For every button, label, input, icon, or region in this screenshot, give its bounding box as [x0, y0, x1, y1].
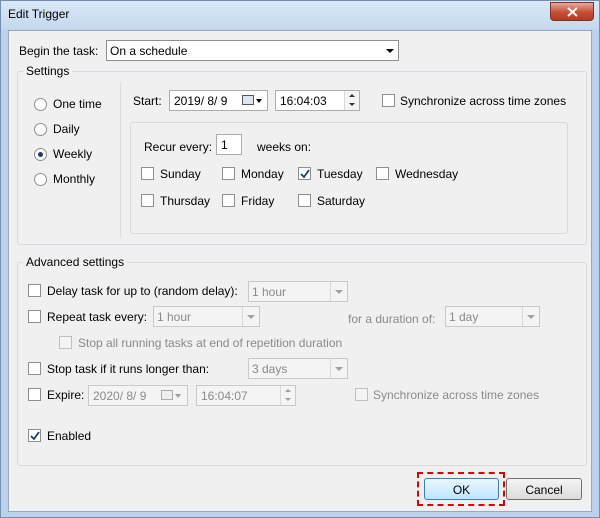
start-date-value: 2019/ 8/ 9: [174, 94, 228, 108]
title-bar[interactable]: Edit Trigger: [1, 1, 599, 29]
day-thursday-label: Thursday: [160, 194, 211, 208]
stop-running-tasks-label: Stop all running tasks at end of repetit…: [78, 336, 343, 350]
sync-timezones-checkbox[interactable]: [382, 94, 395, 107]
delay-task-value: 1 hour: [252, 285, 287, 299]
radio-selected-dot: [38, 152, 43, 157]
calendar-icon: [161, 390, 173, 400]
stop-running-tasks-checkbox[interactable]: [59, 336, 72, 349]
repeat-task-select[interactable]: 1 hour: [153, 306, 260, 327]
enabled-label: Enabled: [47, 429, 92, 443]
stop-longer-checkbox[interactable]: [28, 362, 41, 375]
radio-one-time[interactable]: [34, 98, 47, 111]
delay-task-select[interactable]: 1 hour: [248, 281, 348, 302]
expire-time-value: 16:04:07: [201, 389, 248, 403]
begin-task-select[interactable]: On a schedule: [106, 40, 399, 61]
duration-value: 1 day: [449, 310, 479, 324]
recur-weeks-value: 1: [221, 138, 228, 152]
edit-trigger-dialog: Edit Trigger Begin the task: On a schedu…: [0, 0, 600, 518]
stop-longer-label: Stop task if it runs longer than:: [47, 362, 210, 376]
radio-monthly-label: Monthly: [53, 172, 96, 186]
day-sunday-label: Sunday: [160, 167, 201, 181]
day-friday-checkbox[interactable]: [222, 194, 235, 207]
sync-timezones-label: Synchronize across time zones: [400, 94, 567, 108]
day-tuesday-checkbox[interactable]: [298, 167, 311, 180]
stop-longer-value: 3 days: [252, 362, 288, 376]
advanced-settings-title: Advanced settings: [23, 255, 128, 269]
radio-daily[interactable]: [34, 123, 47, 136]
chevron-down-icon: [256, 99, 262, 103]
stop-longer-select[interactable]: 3 days: [248, 358, 348, 379]
delay-task-label: Delay task for up to (random delay):: [47, 284, 238, 298]
spin-up-icon: [349, 94, 355, 97]
day-tuesday-label: Tuesday: [317, 167, 363, 181]
radio-one-time-label: One time: [53, 97, 102, 111]
begin-task-label: Begin the task:: [19, 44, 99, 58]
weeks-on-label: weeks on:: [257, 140, 312, 154]
expire-date-value: 2020/ 8/ 9: [93, 389, 147, 403]
expire-sync-checkbox[interactable]: [355, 388, 368, 401]
repeat-task-label: Repeat task every:: [47, 310, 148, 324]
ok-button[interactable]: OK: [424, 478, 499, 500]
expire-time-input[interactable]: 16:04:07: [196, 385, 296, 406]
start-time-value: 16:04:03: [280, 94, 327, 108]
settings-title: Settings: [23, 64, 73, 78]
begin-task-value: On a schedule: [110, 44, 188, 58]
day-friday-label: Friday: [241, 194, 275, 208]
settings-divider: [120, 83, 121, 237]
expire-sync-label: Synchronize across time zones: [373, 388, 540, 402]
duration-select[interactable]: 1 day: [445, 306, 540, 327]
time-spinner[interactable]: [280, 386, 295, 405]
cancel-button[interactable]: Cancel: [506, 478, 582, 500]
repeat-task-checkbox[interactable]: [28, 310, 41, 323]
close-button[interactable]: [550, 2, 594, 21]
start-date-picker[interactable]: 2019/ 8/ 9: [169, 90, 268, 111]
recur-every-label: Recur every:: [144, 140, 213, 154]
day-wednesday-checkbox[interactable]: [376, 167, 389, 180]
time-spinner[interactable]: [344, 91, 359, 110]
radio-monthly[interactable]: [34, 173, 47, 186]
radio-weekly[interactable]: [34, 148, 47, 161]
chevron-down-icon: [175, 394, 181, 398]
window-title: Edit Trigger: [8, 7, 70, 21]
chevron-down-icon: [335, 367, 343, 371]
expire-date-picker[interactable]: 2020/ 8/ 9: [88, 385, 188, 406]
day-sunday-checkbox[interactable]: [141, 167, 154, 180]
day-thursday-checkbox[interactable]: [141, 194, 154, 207]
expire-checkbox[interactable]: [28, 388, 41, 401]
start-label: Start:: [133, 94, 162, 108]
day-saturday-checkbox[interactable]: [298, 194, 311, 207]
spin-down-icon: [285, 398, 291, 401]
duration-label: for a duration of:: [348, 312, 436, 326]
check-icon: [30, 431, 40, 441]
chevron-down-icon: [247, 315, 255, 319]
day-monday-label: Monday: [241, 167, 284, 181]
day-wednesday-label: Wednesday: [395, 167, 459, 181]
close-icon: [567, 7, 578, 17]
calendar-icon: [242, 95, 254, 105]
day-monday-checkbox[interactable]: [222, 167, 235, 180]
spin-down-icon: [349, 103, 355, 106]
day-saturday-label: Saturday: [317, 194, 366, 208]
start-time-input[interactable]: 16:04:03: [275, 90, 360, 111]
repeat-task-value: 1 hour: [157, 310, 192, 324]
spin-up-icon: [285, 389, 291, 392]
enabled-checkbox[interactable]: [28, 429, 41, 442]
chevron-down-icon: [527, 315, 535, 319]
chevron-down-icon: [386, 49, 394, 53]
recur-weeks-input[interactable]: 1: [216, 134, 242, 155]
radio-daily-label: Daily: [53, 122, 80, 136]
expire-label: Expire:: [47, 388, 85, 402]
radio-weekly-label: Weekly: [53, 147, 93, 161]
chevron-down-icon: [335, 290, 343, 294]
dialog-client-area: Begin the task: On a schedule Settings O…: [8, 30, 592, 512]
delay-task-checkbox[interactable]: [28, 284, 41, 297]
check-icon: [300, 169, 310, 179]
